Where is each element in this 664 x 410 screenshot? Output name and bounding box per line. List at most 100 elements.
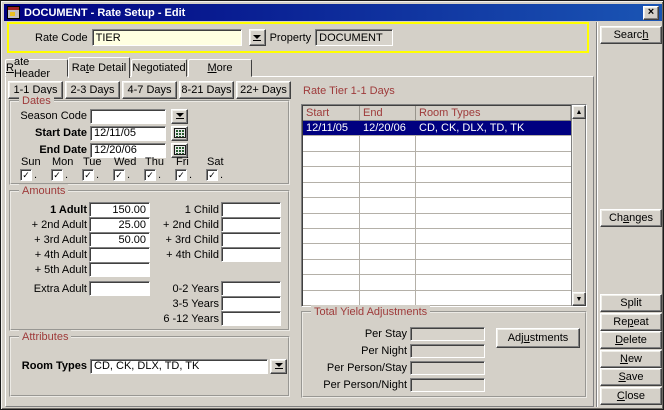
season-code-input[interactable] (90, 109, 166, 124)
adult-4-input[interactable] (89, 247, 150, 262)
changes-button[interactable]: Changes (600, 209, 662, 227)
split-button[interactable]: Split (600, 294, 662, 312)
amount-row: + 5th Adult (15, 262, 150, 277)
rate-code-lov-button[interactable] (249, 29, 266, 46)
amount-row: + 4th Child (145, 247, 281, 262)
table-row[interactable] (303, 136, 571, 151)
grid-cell (303, 136, 360, 150)
per-person-night-field[interactable] (410, 378, 485, 392)
window-close-button[interactable]: × (643, 6, 659, 20)
table-row[interactable] (303, 275, 571, 290)
table-row[interactable] (303, 183, 571, 198)
table-row[interactable] (303, 214, 571, 229)
repeat-button[interactable]: Repeat (600, 313, 662, 331)
adjustments-button[interactable]: Adjustments (496, 328, 580, 348)
tab-negotiated[interactable]: Negotiated (131, 59, 187, 77)
yield-group: Total Yield Adjustments Per Stay Per Nig… (301, 311, 587, 398)
calendar-icon (174, 128, 186, 138)
table-row[interactable] (303, 229, 571, 244)
table-row[interactable] (303, 167, 571, 182)
grid-cell (360, 152, 416, 166)
attributes-legend: Attributes (19, 330, 71, 344)
room-types-label: Room Types (15, 360, 87, 372)
delete-button[interactable]: Delete (600, 331, 662, 349)
years-0-2-input[interactable] (221, 281, 281, 296)
amount-label: + 4th Adult (15, 249, 87, 261)
close-button[interactable]: Close (600, 387, 662, 405)
yield-legend: Total Yield Adjustments (311, 305, 430, 319)
table-row[interactable]: 12/11/05 12/20/06 CD, CK, DLX, TD, TK (303, 121, 571, 136)
start-date-input[interactable]: 12/11/05 (90, 126, 166, 141)
grid-header-row: Start End Room Types (303, 106, 571, 121)
adult-3-input[interactable]: 50.00 (89, 232, 150, 247)
adult-1-input[interactable]: 150.00 (89, 202, 150, 217)
weekday-label: Thu (145, 156, 175, 168)
rate-tier-grid: Start End Room Types 12/11/05 12/20/06 C… (301, 104, 587, 307)
table-row[interactable] (303, 198, 571, 213)
scroll-down-button[interactable]: ▼ (572, 292, 586, 306)
grid-cell (303, 291, 360, 305)
room-types-input[interactable]: CD, CK, DLX, TD, TK (90, 359, 268, 374)
grid-cell (360, 275, 416, 289)
day-checkbox-thu[interactable]: ✓ (144, 169, 156, 181)
adult-2-input[interactable]: 25.00 (89, 217, 150, 232)
grid-scrollbar[interactable]: ▲ ▼ (571, 105, 586, 306)
grid-cell (360, 244, 416, 258)
child-3-input[interactable] (221, 232, 281, 247)
day-checkbox-sun[interactable]: ✓ (20, 169, 32, 181)
per-night-field[interactable] (410, 344, 485, 358)
table-row[interactable] (303, 260, 571, 275)
table-row[interactable] (303, 244, 571, 259)
rate-code-input[interactable]: TIER (92, 29, 242, 46)
new-button[interactable]: New (600, 350, 662, 368)
child-4-input[interactable] (221, 247, 281, 262)
title-bar: DOCUMENT - Rate Setup - Edit × (4, 4, 662, 21)
lov-bar-icon (176, 118, 184, 119)
season-code-label: Season Code (15, 110, 87, 122)
child-2-input[interactable] (221, 217, 281, 232)
grid-header-end: End (360, 106, 416, 120)
grid-cell (303, 275, 360, 289)
day-checkbox-fri[interactable]: ✓ (175, 169, 187, 181)
start-date-calendar-button[interactable] (171, 126, 188, 141)
tab-2-3-days[interactable]: 2-3 Days (65, 81, 120, 99)
day-checkbox-mon[interactable]: ✓ (51, 169, 63, 181)
search-button[interactable]: Search (600, 26, 662, 44)
save-button[interactable]: Save (600, 368, 662, 386)
years-6-12-input[interactable] (221, 311, 281, 326)
per-stay-field[interactable] (410, 327, 485, 341)
amount-label: + 2nd Child (145, 219, 219, 231)
scroll-up-button[interactable]: ▲ (572, 105, 586, 119)
tab-22-plus-days[interactable]: 22+ Days (236, 81, 291, 99)
scroll-down-icon: ▼ (576, 296, 583, 303)
weekday-label: Sun (21, 156, 51, 168)
extra-adult-input[interactable] (89, 281, 150, 296)
tab-rate-detail[interactable]: Rate Detail (68, 57, 130, 78)
table-row[interactable] (303, 291, 571, 306)
amount-row: + 2nd Adult 25.00 (15, 217, 150, 232)
season-code-lov-button[interactable] (171, 109, 188, 124)
property-field[interactable]: DOCUMENT (315, 29, 393, 46)
day-checkbox-wed[interactable]: ✓ (113, 169, 125, 181)
adult-5-input[interactable] (89, 262, 150, 277)
tab-4-7-days[interactable]: 4-7 Days (122, 81, 177, 99)
per-person-stay-field[interactable] (410, 361, 485, 375)
tab-8-21-days[interactable]: 8-21 Days (179, 81, 234, 99)
yield-label: Per Night (307, 345, 407, 357)
scroll-track[interactable] (572, 119, 586, 292)
yield-row: Per Night (307, 342, 485, 359)
lov-arrow-icon (253, 35, 261, 39)
room-types-lov-button[interactable] (270, 359, 287, 374)
dates-legend: Dates (19, 94, 54, 108)
amount-label: 6 -12 Years (145, 313, 219, 325)
day-checkbox-tue[interactable]: ✓ (82, 169, 94, 181)
table-row[interactable] (303, 152, 571, 167)
amount-label: + 2nd Adult (15, 219, 87, 231)
years-3-5-input[interactable] (221, 296, 281, 311)
child-1-input[interactable] (221, 202, 281, 217)
grid-cell (416, 136, 571, 150)
day-checkbox-sat[interactable]: ✓ (206, 169, 218, 181)
grid-cell (303, 183, 360, 197)
tab-more[interactable]: More (188, 59, 252, 77)
tab-rate-header[interactable]: Rate Header (5, 59, 68, 77)
